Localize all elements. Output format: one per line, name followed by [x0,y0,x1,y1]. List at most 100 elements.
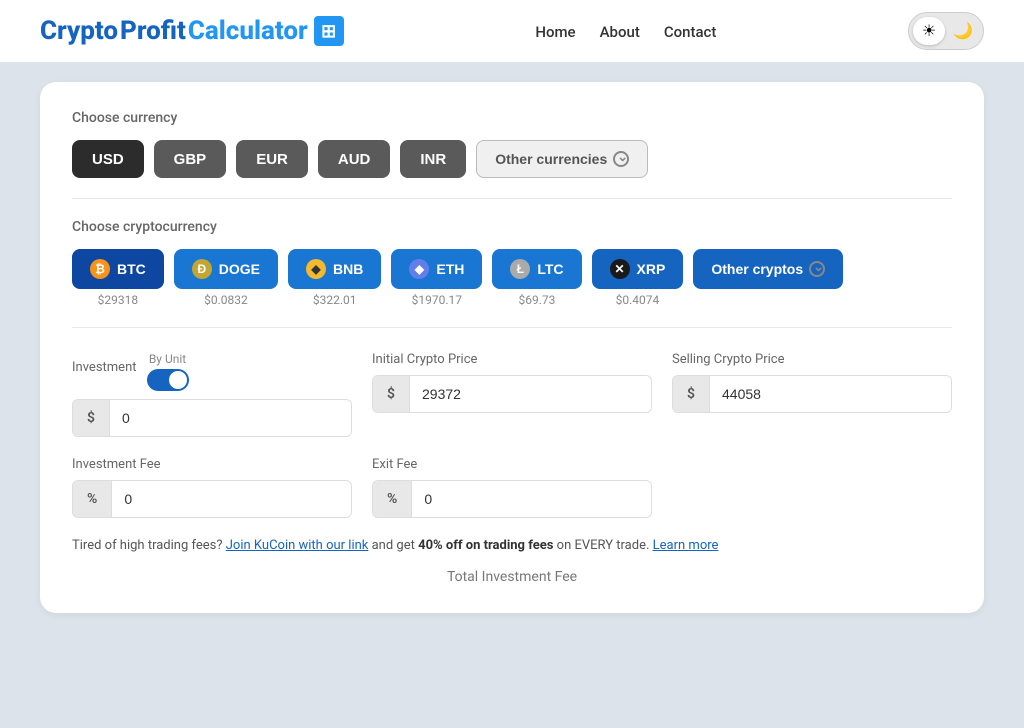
investment-fee-label: Investment Fee [72,457,352,472]
by-unit-label: By Unit [149,352,186,366]
other-currencies-label: Other currencies [495,151,607,167]
eth-label: ETH [436,261,464,277]
selling-price-input-group: $ [672,375,952,413]
logo-icon: ⊞ [314,16,344,46]
xrp-icon: ✕ [610,259,630,279]
eth-icon: ◆ [409,259,429,279]
crypto-btn-xrp[interactable]: ✕ XRP [592,249,684,289]
crypto-btn-bnb[interactable]: ◆ BNB [288,249,381,289]
crypto-eth-wrapper: ◆ ETH $1970.17 [391,249,482,307]
bnb-price: $322.01 [313,293,357,307]
currency-btn-aud[interactable]: AUD [318,140,391,178]
promo-text: Tired of high trading fees? Join KuCoin … [72,538,952,553]
promo-every-trade: on EVERY trade. [557,538,650,553]
initial-price-label: Initial Crypto Price [372,352,652,367]
crypto-btn-ltc[interactable]: Ł LTC [492,249,581,289]
theme-dark-button[interactable]: 🌙 [947,17,979,45]
logo-profit-text: Profit [120,16,186,46]
logo-calculator-text: Calculator [188,16,308,46]
investment-fee-input[interactable] [112,481,351,517]
exit-fee-input[interactable] [412,481,651,517]
currency-btn-eur[interactable]: EUR [236,140,308,178]
promo-and-get: and get [372,538,415,553]
ltc-price: $69.73 [519,293,556,307]
crypto-chevron-icon [809,261,825,277]
selling-price-input[interactable] [710,376,951,412]
logo-crypto-text: Crypto [40,16,118,46]
currency-chevron-icon [613,151,629,167]
btc-label: BTC [117,261,146,277]
crypto-other-wrapper: Other cryptos [693,249,843,289]
crypto-xrp-wrapper: ✕ XRP $0.4074 [592,249,684,307]
nav-about-link[interactable]: About [600,23,640,41]
xrp-price: $0.4074 [616,293,660,307]
initial-price-input-group: $ [372,375,652,413]
promo-learn-more-link[interactable]: Learn more [653,538,719,553]
crypto-ltc-wrapper: Ł LTC $69.73 [492,249,581,307]
divider-1 [72,198,952,199]
fields-row-2: Investment Fee % Exit Fee % [72,457,952,518]
ltc-icon: Ł [510,259,530,279]
initial-price-wrapper: Initial Crypto Price $ [372,352,652,437]
crypto-btn-eth[interactable]: ◆ ETH [391,249,482,289]
currency-row: USD GBP EUR AUD INR Other currencies [72,140,952,178]
main-card: Choose currency USD GBP EUR AUD INR Othe… [40,82,984,613]
empty-cell [672,457,952,518]
investment-prefix: $ [73,400,110,436]
currency-btn-usd[interactable]: USD [72,140,144,178]
initial-price-input[interactable] [410,376,651,412]
doge-price: $0.0832 [204,293,248,307]
bnb-icon: ◆ [306,259,326,279]
selling-price-wrapper: Selling Crypto Price $ [672,352,952,437]
investment-input-group: $ [72,399,352,437]
other-cryptos-label: Other cryptos [711,261,803,277]
btc-icon: ₿ [90,259,110,279]
promo-before: Tired of high trading fees? [72,538,223,553]
crypto-row: ₿ BTC $29318 Ð DOGE $0.0832 ◆ [72,249,952,307]
promo-highlight: 40% off on trading fees [418,538,553,553]
exit-fee-prefix: % [373,481,412,517]
fields-section: Investment By Unit $ Initial Crypto Pric… [72,352,952,518]
by-unit-toggle[interactable] [147,369,189,391]
currency-btn-gbp[interactable]: GBP [154,140,227,178]
navbar: CryptoProfitCalculator ⊞ Home About Cont… [0,0,1024,62]
selling-price-prefix: $ [673,376,710,412]
nav-home-link[interactable]: Home [535,23,575,41]
investment-wrapper: Investment By Unit $ [72,352,352,437]
investment-fee-input-group: % [72,480,352,518]
currency-btn-inr[interactable]: INR [400,140,466,178]
fields-row-1: Investment By Unit $ Initial Crypto Pric… [72,352,952,437]
crypto-btc-wrapper: ₿ BTC $29318 [72,249,164,307]
bnb-label: BNB [333,261,363,277]
nav-links: Home About Contact [535,22,716,41]
promo-kucoin-link[interactable]: Join KuCoin with our link [226,538,369,553]
currency-btn-other[interactable]: Other currencies [476,140,648,178]
eth-price: $1970.17 [412,293,462,307]
divider-2 [72,327,952,328]
crypto-btn-btc[interactable]: ₿ BTC [72,249,164,289]
currency-section-label: Choose currency [72,110,952,126]
nav-contact-link[interactable]: Contact [664,23,717,41]
theme-light-button[interactable]: ☀ [913,17,945,45]
ltc-label: LTC [537,261,563,277]
selling-price-label: Selling Crypto Price [672,352,952,367]
investment-top: Investment By Unit [72,352,352,391]
exit-fee-input-group: % [372,480,652,518]
crypto-btn-other[interactable]: Other cryptos [693,249,843,289]
xrp-label: XRP [637,261,666,277]
doge-icon: Ð [192,259,212,279]
exit-fee-label: Exit Fee [372,457,652,472]
btc-price: $29318 [98,293,138,307]
investment-label: Investment [72,360,137,375]
investment-fee-prefix: % [73,481,112,517]
crypto-btn-doge[interactable]: Ð DOGE [174,249,278,289]
theme-toggle: ☀ 🌙 [908,12,984,50]
total-label: Total Investment Fee [72,569,952,585]
doge-label: DOGE [219,261,260,277]
logo[interactable]: CryptoProfitCalculator ⊞ [40,16,344,46]
crypto-bnb-wrapper: ◆ BNB $322.01 [288,249,381,307]
exit-fee-wrapper: Exit Fee % [372,457,652,518]
initial-price-prefix: $ [373,376,410,412]
investment-input[interactable] [110,400,351,436]
crypto-doge-wrapper: Ð DOGE $0.0832 [174,249,278,307]
